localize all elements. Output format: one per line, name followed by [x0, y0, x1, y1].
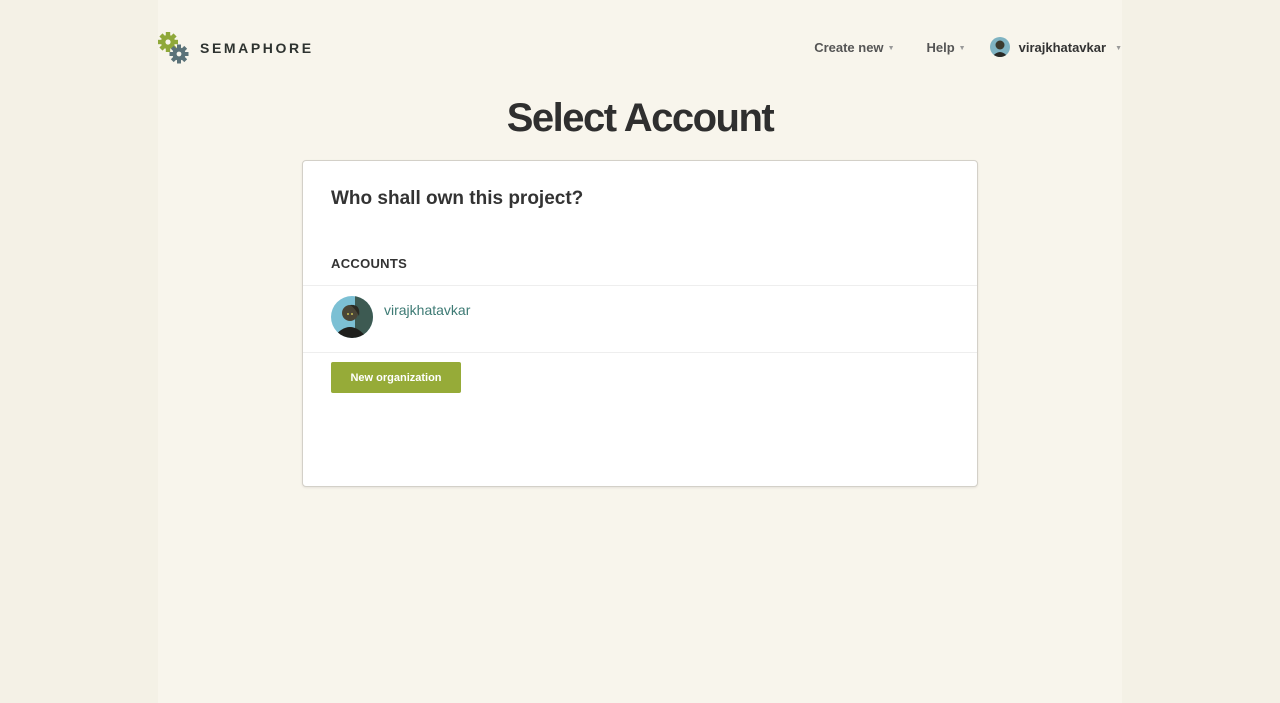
page-title: Select Account: [506, 96, 775, 140]
chevron-down-icon: ▼: [958, 44, 966, 52]
help-menu[interactable]: Help ▼: [927, 40, 966, 55]
user-menu[interactable]: virajkhatavkar ▼: [989, 37, 1122, 57]
user-name: virajkhatavkar: [1018, 39, 1107, 55]
user-avatar: [989, 37, 1010, 57]
create-new-menu[interactable]: Create new ▼: [814, 40, 894, 55]
logo-text: SEMAPHORE: [200, 40, 314, 56]
top-nav: Create new ▼ Help ▼ virajkhatavkar ▼: [814, 37, 1122, 57]
divider: [303, 285, 977, 286]
chevron-down-icon: ▼: [1115, 44, 1122, 52]
account-avatar: [331, 296, 373, 338]
divider: [303, 352, 977, 353]
account-name[interactable]: virajkhatavkar: [384, 302, 470, 318]
semaphore-gear-icon: [158, 32, 189, 64]
owner-question: Who shall own this project?: [331, 188, 584, 209]
help-label: Help: [926, 39, 955, 55]
accounts-heading: ACCOUNTS: [331, 256, 408, 271]
top-header: SEMAPHORE Create new ▼ Help ▼ virajkhata…: [158, 30, 1122, 66]
account-item[interactable]: virajkhatavkar: [331, 296, 951, 338]
account-select-card: Who shall own this project? ACCOUNTS vir…: [302, 160, 978, 487]
create-new-label: Create new: [814, 39, 884, 55]
semaphore-logo[interactable]: SEMAPHORE: [158, 32, 314, 64]
new-organization-button[interactable]: New organization: [331, 362, 461, 393]
chevron-down-icon: ▼: [887, 44, 895, 52]
